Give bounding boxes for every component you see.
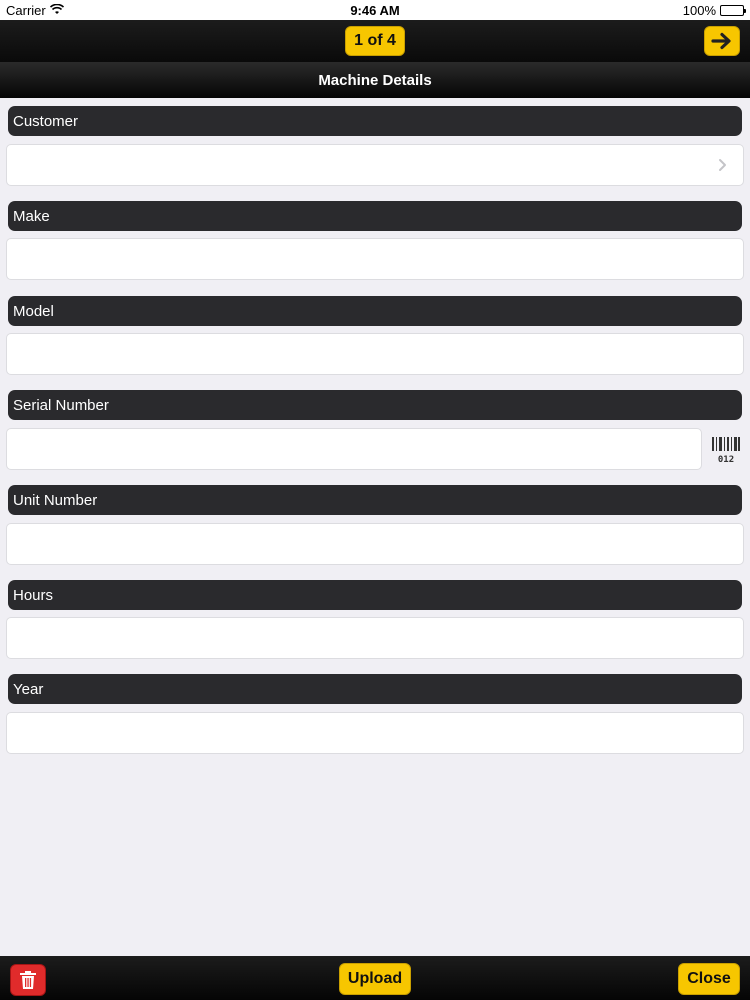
battery-icon — [720, 4, 746, 16]
status-right: 100% — [682, 2, 746, 18]
make-input[interactable] — [6, 238, 744, 280]
serial-number-input[interactable] — [6, 428, 702, 470]
make-label: Make — [8, 201, 742, 231]
wifi-icon — [49, 3, 64, 18]
top-nav-bar: 1 of 4 — [0, 20, 750, 62]
unit-number-label: Unit Number — [8, 485, 742, 515]
arrow-right-icon — [711, 32, 731, 50]
status-left: Carrier — [6, 3, 64, 18]
customer-selector[interactable] — [6, 144, 744, 186]
model-input[interactable] — [6, 333, 744, 375]
year-label: Year — [8, 674, 742, 704]
page-title: Machine Details — [0, 62, 750, 98]
trash-icon — [20, 971, 36, 989]
status-bar: Carrier 9:46 AM 100% — [0, 0, 750, 20]
battery-percent: 100% — [682, 2, 716, 18]
barcode-icon: 012 — [712, 437, 740, 464]
close-button[interactable]: Close — [678, 963, 740, 995]
model-label: Model — [8, 296, 742, 326]
year-input[interactable] — [6, 712, 744, 754]
hours-input[interactable] — [6, 617, 744, 659]
barcode-digits: 012 — [718, 455, 734, 464]
status-time: 9:46 AM — [350, 2, 400, 18]
unit-number-input[interactable] — [6, 523, 744, 565]
page-indicator: 1 of 4 — [345, 26, 405, 56]
delete-button[interactable] — [10, 964, 46, 996]
scan-barcode-button[interactable]: 012 — [708, 432, 744, 468]
customer-label: Customer — [8, 106, 742, 136]
next-page-button[interactable] — [704, 26, 740, 56]
chevron-right-icon — [715, 158, 729, 172]
carrier-label: Carrier — [6, 2, 46, 18]
serial-number-label: Serial Number — [8, 390, 742, 420]
hours-label: Hours — [8, 580, 742, 610]
bottom-toolbar: Upload Close — [0, 956, 750, 1000]
upload-button[interactable]: Upload — [339, 963, 411, 995]
